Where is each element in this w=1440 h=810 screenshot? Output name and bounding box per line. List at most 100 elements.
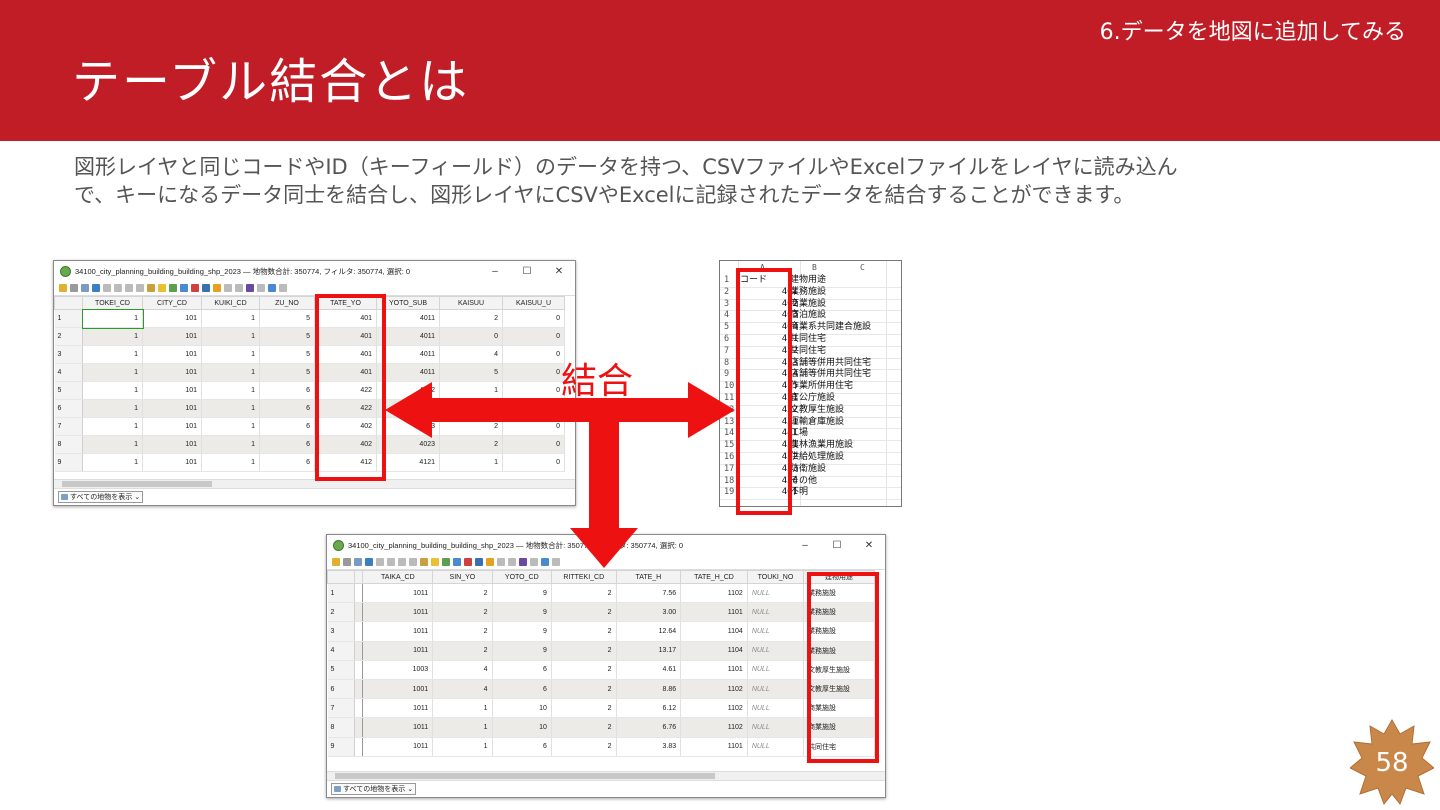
table-cell[interactable]: 1 [201, 435, 260, 454]
table-cell[interactable]: 2 [432, 621, 493, 642]
table-cell[interactable]: 2 [551, 621, 617, 642]
column-header[interactable]: KUIKI_CD [201, 296, 260, 310]
table-row[interactable]: 9 1011 1 6 2 3.83 1101 NULL 共同住宅 [327, 737, 875, 757]
table-cell[interactable]: NULL [747, 717, 805, 738]
column-header[interactable]: CITY_CD [142, 296, 202, 310]
table-cell[interactable]: 3.00 [616, 602, 682, 623]
close-button[interactable]: ✕ [853, 540, 885, 551]
column-header[interactable] [354, 570, 364, 584]
table-row[interactable]: 4 1 101 1 5 401 4011 5 0 [54, 363, 565, 382]
table-cell[interactable]: 5 [259, 309, 315, 328]
table-cell[interactable] [354, 621, 364, 642]
table-cell[interactable]: 101 [142, 327, 202, 346]
maximize-button[interactable]: ☐ [511, 266, 543, 277]
table-cell[interactable]: 3.83 [616, 737, 682, 757]
table-cell[interactable]: 1 [81, 308, 144, 329]
toolbar-tool-icon[interactable] [409, 558, 417, 566]
table-cell[interactable]: 2 [439, 309, 503, 328]
table-cell[interactable]: 1011 [362, 583, 434, 604]
toolbar-tool-icon[interactable] [431, 558, 439, 566]
table-cell[interactable] [354, 679, 364, 700]
toolbar-tool-icon[interactable] [92, 284, 100, 292]
toolbar-tool-icon[interactable] [387, 558, 395, 566]
table-row[interactable]: 3 1 101 1 5 401 4011 4 0 [54, 345, 565, 364]
table-cell[interactable]: 1 [439, 381, 503, 400]
table-cell[interactable]: NULL [747, 698, 805, 719]
table-cell[interactable]: 1 [201, 453, 260, 472]
table-cell[interactable]: 0 [502, 327, 565, 346]
filter-dropdown-button[interactable]: すべての地物を表示 ⌄ [58, 491, 144, 503]
table-cell[interactable]: 4 [432, 679, 493, 700]
table-cell[interactable]: 4.61 [616, 660, 682, 680]
table-cell[interactable]: NULL [747, 583, 805, 604]
row-header[interactable]: 9 [327, 737, 356, 757]
table-cell[interactable]: 1102 [680, 583, 748, 604]
table-cell[interactable]: 9 [492, 602, 552, 623]
toolbar-tool-icon[interactable] [279, 284, 287, 292]
table-cell[interactable]: 10 [492, 717, 552, 738]
toolbar-tool-icon[interactable] [169, 284, 177, 292]
horizontal-scrollbar[interactable] [327, 771, 885, 780]
table-cell[interactable]: NULL [747, 679, 805, 700]
table-cell[interactable]: 101 [142, 435, 202, 454]
column-header[interactable]: TATE_H_CD [680, 570, 748, 584]
table-cell[interactable]: 2 [439, 417, 503, 436]
table-cell[interactable]: 2 [551, 679, 617, 700]
table-cell[interactable]: 1102 [680, 679, 748, 700]
table-cell[interactable]: 1 [432, 737, 493, 757]
table-cell[interactable]: 0 [502, 453, 565, 472]
row-header[interactable]: 8 [54, 435, 83, 454]
table-cell[interactable]: 9 [492, 621, 552, 642]
toolbar-tool-icon[interactable] [541, 558, 549, 566]
table-cell[interactable]: 1 [201, 363, 260, 382]
table-cell[interactable]: 5 [259, 345, 315, 364]
toolbar-tool-icon[interactable] [59, 284, 67, 292]
table-cell[interactable]: 1 [82, 399, 143, 418]
table-cell[interactable]: 1101 [680, 602, 748, 623]
table-cell[interactable]: 1 [82, 435, 143, 454]
table-cell[interactable]: 0 [502, 417, 565, 436]
table-cell[interactable]: 1 [82, 363, 143, 382]
table-cell[interactable]: 6 [259, 435, 315, 454]
row-header[interactable]: 7 [327, 698, 356, 719]
toolbar-tool-icon[interactable] [376, 558, 384, 566]
table-cell[interactable]: 1011 [362, 641, 434, 661]
table-cell[interactable]: 0 [439, 327, 503, 346]
table-cell[interactable]: NULL [747, 660, 805, 680]
table-cell[interactable] [354, 641, 364, 661]
toolbar-tool-icon[interactable] [420, 558, 428, 566]
toolbar-tool-icon[interactable] [354, 558, 362, 566]
table-cell[interactable]: 101 [142, 399, 202, 418]
table-cell[interactable]: 1011 [362, 737, 434, 757]
table-cell[interactable]: 2 [432, 602, 493, 623]
table-cell[interactable] [354, 717, 364, 738]
table-row[interactable]: 6 1 101 1 6 422 [54, 399, 565, 418]
toolbar-tool-icon[interactable] [268, 284, 276, 292]
column-header[interactable]: KAISUU [439, 296, 503, 310]
table-cell[interactable]: 9 [492, 641, 552, 661]
table-cell[interactable]: 6 [259, 417, 315, 436]
table-cell[interactable]: 101 [142, 309, 202, 328]
table-cell[interactable] [354, 583, 364, 604]
table-cell[interactable]: 2 [432, 583, 493, 604]
toolbar-tool-icon[interactable] [125, 284, 133, 292]
table-cell[interactable]: NULL [747, 641, 805, 661]
row-header[interactable]: 7 [54, 417, 83, 436]
row-header[interactable]: 8 [327, 717, 356, 738]
table-cell[interactable]: 2 [551, 660, 617, 680]
table-cell[interactable]: NULL [747, 621, 805, 642]
table-cell[interactable]: 2 [439, 435, 503, 454]
minimize-button[interactable]: – [479, 266, 511, 277]
table-cell[interactable]: 1 [82, 345, 143, 364]
table-row[interactable]: 5 1 101 1 6 422 4222 1 0 [54, 381, 565, 400]
toolbar-tool-icon[interactable] [519, 558, 527, 566]
table-cell[interactable]: 2 [551, 583, 617, 604]
toolbar-tool-icon[interactable] [136, 284, 144, 292]
table-cell[interactable]: 6 [492, 679, 552, 700]
table-cell[interactable]: 101 [142, 345, 202, 364]
table-cell[interactable]: 13.17 [616, 641, 682, 661]
toolbar-tool-icon[interactable] [224, 284, 232, 292]
toolbar-tool-icon[interactable] [114, 284, 122, 292]
table-cell[interactable]: 1 [201, 345, 260, 364]
table-cell[interactable]: 1104 [680, 641, 748, 661]
